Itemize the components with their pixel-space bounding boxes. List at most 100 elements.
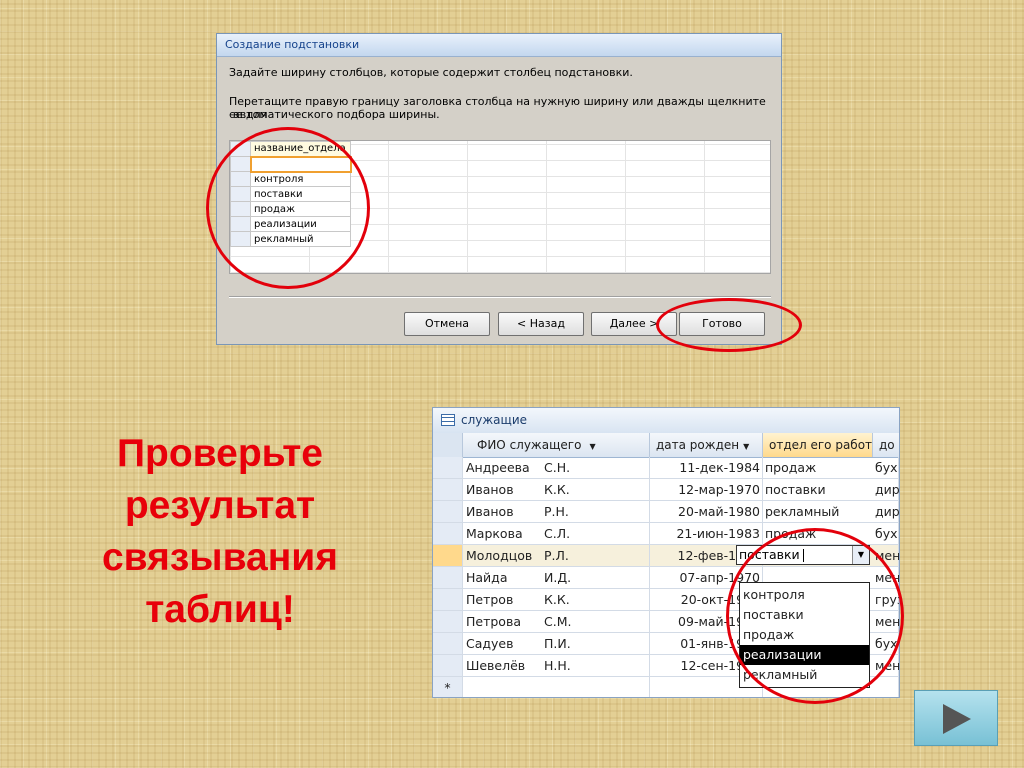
row-selector[interactable] <box>433 567 463 588</box>
table-icon <box>441 414 455 426</box>
column-width-grid[interactable]: название_отдела контроля поставки продаж… <box>229 140 771 274</box>
dialog-title: Создание подстановки <box>217 34 781 57</box>
row-selector[interactable] <box>230 216 251 232</box>
table-row[interactable]: Иванов Р.Н. 20-май-1980 рекламный дир <box>433 501 899 523</box>
position-cell[interactable]: дир <box>873 479 899 500</box>
surname-cell[interactable]: Петров <box>466 589 544 610</box>
row-selector[interactable] <box>433 611 463 632</box>
birth-date-cell[interactable]: 20-май-1980 <box>650 501 763 522</box>
column-header-dept-name[interactable]: название_отдела <box>250 141 351 157</box>
dropdown-option[interactable]: рекламный <box>740 665 869 685</box>
initials-cell: П.И. <box>544 636 571 651</box>
row-selector[interactable] <box>230 156 251 172</box>
dropdown-option-selected[interactable]: реализации <box>740 645 869 665</box>
table-row[interactable]: Иванов К.К. 12-мар-1970 поставки дир <box>433 479 899 501</box>
initials-cell: Н.Н. <box>544 658 571 673</box>
birth-date-cell[interactable]: 12-мар-1970 <box>650 479 763 500</box>
position-cell[interactable]: мен <box>873 567 899 588</box>
position-cell[interactable]: дир <box>873 501 899 522</box>
lookup-value[interactable] <box>249 155 352 173</box>
initials-cell: Р.Н. <box>544 504 569 519</box>
row-selector[interactable] <box>433 457 463 478</box>
surname-cell[interactable]: Андреева <box>466 457 544 478</box>
initials-cell: Р.Л. <box>544 548 569 563</box>
initials-cell: И.Д. <box>544 570 572 585</box>
row-selector[interactable] <box>433 501 463 522</box>
department-combobox[interactable]: поставки ▼ <box>736 545 870 565</box>
row-selector[interactable] <box>433 545 463 566</box>
surname-cell[interactable]: Найда <box>466 567 544 588</box>
position-cell[interactable]: мен <box>873 611 899 632</box>
department-dropdown-list: контроля поставки продаж реализации рекл… <box>739 582 870 688</box>
row-selector[interactable] <box>230 201 251 217</box>
row-selector[interactable] <box>433 589 463 610</box>
lookup-values-table: название_отдела контроля поставки продаж… <box>230 141 352 247</box>
column-header-birth-date[interactable]: дата рожден ▼ <box>650 433 763 457</box>
chevron-down-icon[interactable]: ▼ <box>852 546 869 564</box>
row-selector[interactable] <box>433 523 463 544</box>
initials-cell: К.К. <box>544 482 570 497</box>
empty-cell[interactable] <box>873 677 899 697</box>
finish-button[interactable]: Готово <box>679 312 765 336</box>
text-caret <box>803 549 804 562</box>
next-button[interactable]: Далее > <box>591 312 677 336</box>
table-row[interactable]: Маркова С.Л. 21-июн-1983 продаж бух <box>433 523 899 545</box>
select-all-corner[interactable] <box>230 141 251 157</box>
lookup-value[interactable]: продаж <box>250 201 351 217</box>
lookup-value[interactable]: реализации <box>250 216 351 232</box>
surname-cell[interactable]: Шевелёв <box>466 655 544 676</box>
surname-cell[interactable]: Маркова <box>466 523 544 544</box>
table-tab[interactable]: служащие <box>433 408 899 433</box>
heading-line-2: результат <box>124 484 316 527</box>
dropdown-option[interactable]: поставки <box>740 605 869 625</box>
sort-dropdown-icon[interactable]: ▼ <box>589 442 595 451</box>
surname-cell[interactable]: Петрова <box>466 611 544 632</box>
position-cell[interactable]: бух <box>873 633 899 654</box>
row-selector[interactable] <box>433 633 463 654</box>
lookup-value[interactable]: рекламный <box>250 231 351 247</box>
sort-dropdown-icon[interactable]: ▼ <box>743 442 749 451</box>
row-selector[interactable] <box>433 479 463 500</box>
heading-line-1: Проверьте <box>117 432 323 475</box>
column-header-department[interactable]: отдел его работ▼ <box>763 433 873 457</box>
heading-line-3: связывания <box>101 536 339 579</box>
lookup-wizard-dialog: Создание подстановки Задайте ширину стол… <box>216 33 782 345</box>
instruction-2-line-2: автоматического подбора ширины. <box>233 108 440 121</box>
row-selector[interactable] <box>433 655 463 676</box>
select-all-corner[interactable] <box>433 433 463 457</box>
heading-line-4: таблиц! <box>145 588 295 631</box>
empty-cell[interactable] <box>463 677 650 697</box>
lookup-value[interactable]: контроля <box>250 171 351 187</box>
column-headers: ФИО служащего ▼ дата рожден ▼ отдел его ра… <box>433 433 899 458</box>
combobox-value: поставки <box>739 547 800 562</box>
birth-date-cell[interactable]: 21-июн-1983 <box>650 523 763 544</box>
column-header-position[interactable]: до <box>873 433 899 457</box>
row-selector[interactable] <box>230 231 251 247</box>
back-button[interactable]: < Назад <box>498 312 584 336</box>
row-selector[interactable] <box>230 171 251 187</box>
slide-heading: Проверьте результат связывания таблиц! <box>70 428 370 636</box>
dropdown-option[interactable]: контроля <box>740 585 869 605</box>
position-cell[interactable]: бух <box>873 457 899 478</box>
next-slide-button[interactable] <box>914 690 998 746</box>
position-cell[interactable]: мен <box>873 545 899 566</box>
position-cell[interactable]: груз <box>873 589 899 610</box>
cancel-button[interactable]: Отмена <box>404 312 490 336</box>
surname-cell[interactable]: Иванов <box>466 501 544 522</box>
initials-cell: С.Л. <box>544 526 571 541</box>
surname-cell[interactable]: Иванов <box>466 479 544 500</box>
lookup-value[interactable]: поставки <box>250 186 351 202</box>
table-row[interactable]: Андреева С.Н. 11-дек-1984 продаж бух <box>433 457 899 479</box>
surname-cell[interactable]: Молодцов <box>466 545 544 566</box>
play-triangle-icon <box>943 704 971 734</box>
birth-date-cell[interactable]: 11-дек-1984 <box>650 457 763 478</box>
row-selector[interactable] <box>230 186 251 202</box>
table-title: служащие <box>461 413 528 427</box>
new-record-marker[interactable]: * <box>433 677 463 697</box>
column-header-fio[interactable]: ФИО служащего ▼ <box>463 433 650 457</box>
dialog-separator <box>229 296 771 298</box>
position-cell[interactable]: бух <box>873 523 899 544</box>
surname-cell[interactable]: Садуев <box>466 633 544 654</box>
dropdown-option[interactable]: продаж <box>740 625 869 645</box>
position-cell[interactable]: мен <box>873 655 899 676</box>
